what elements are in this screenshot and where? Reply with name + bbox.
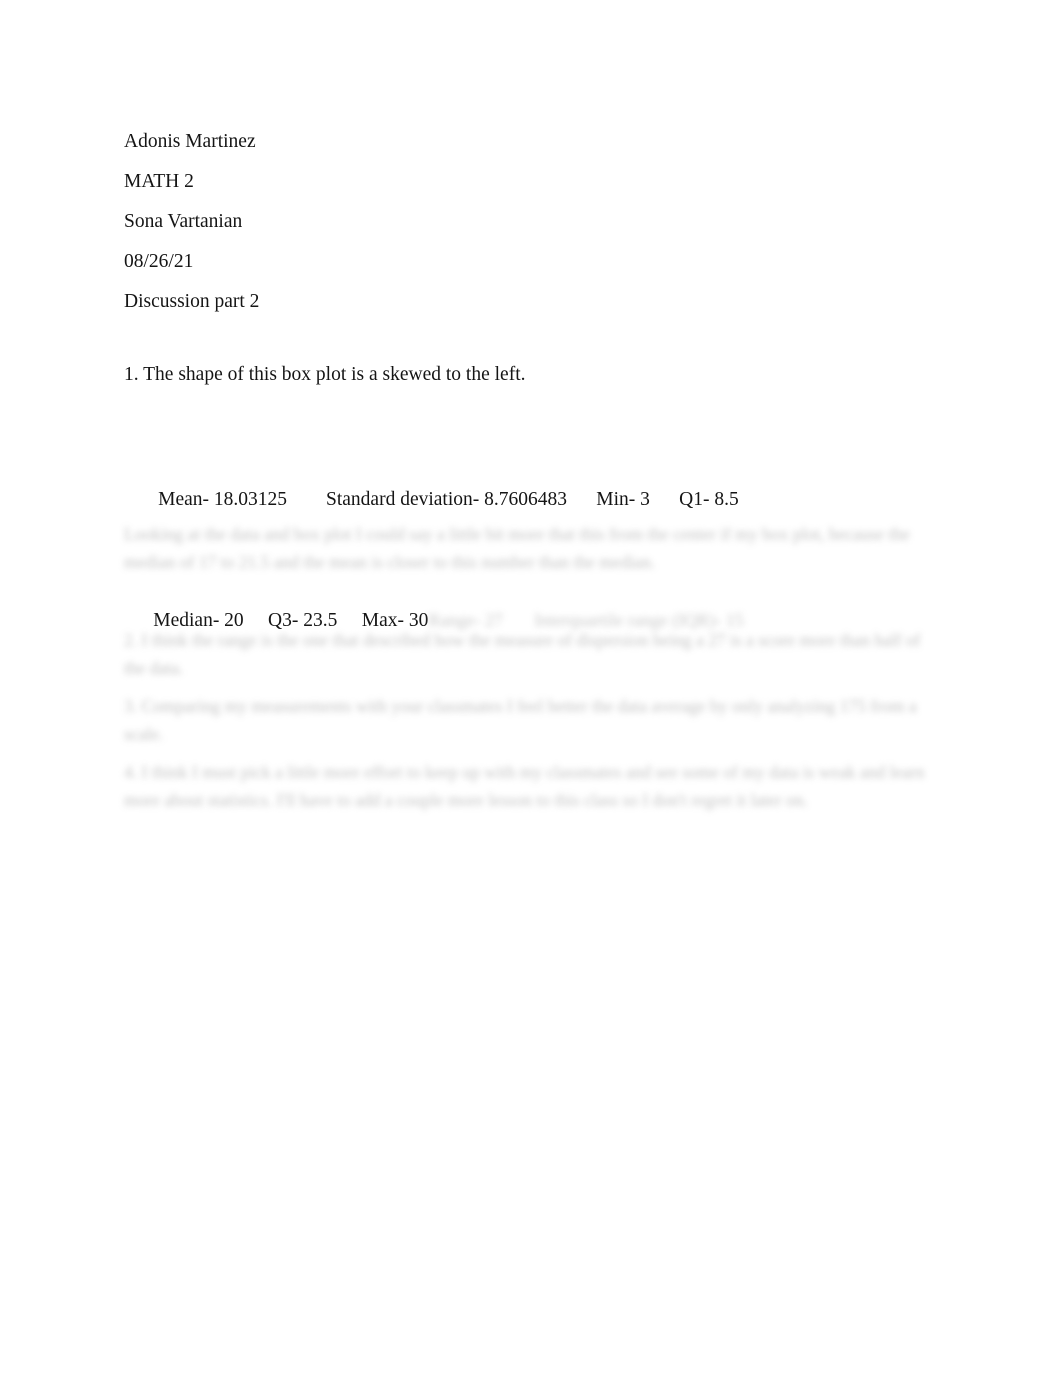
- obscured-paragraph-3: 3. Comparing my measurements with your c…: [124, 696, 917, 744]
- statistics-row-1-text: Mean- 18.03125 Standard deviation- 8.760…: [153, 489, 739, 510]
- header-line-student-name: Adonis Martinez: [124, 131, 256, 152]
- answer-line-1: 1. The shape of this box plot is a skewe…: [124, 364, 526, 385]
- document-page: Adonis Martinez MATH 2 Sona Vartanian 08…: [0, 0, 1062, 1377]
- header-line-date: 08/26/21: [124, 251, 194, 272]
- document-header: Adonis Martinez MATH 2 Sona Vartanian 08…: [124, 122, 824, 322]
- obscured-paragraph-4: 4. I think I must pick a little more eff…: [124, 762, 925, 810]
- header-line-assignment: Discussion part 2: [124, 291, 260, 312]
- header-line-instructor: Sona Vartanian: [124, 211, 243, 232]
- obscured-paragraph-2: 2. I think the range is the one that des…: [124, 630, 921, 678]
- header-line-course: MATH 2: [124, 171, 194, 192]
- obscured-paragraph-1: Looking at the data and box plot I could…: [124, 524, 910, 572]
- obscured-body-block: Looking at the data and box plot I could…: [124, 520, 940, 814]
